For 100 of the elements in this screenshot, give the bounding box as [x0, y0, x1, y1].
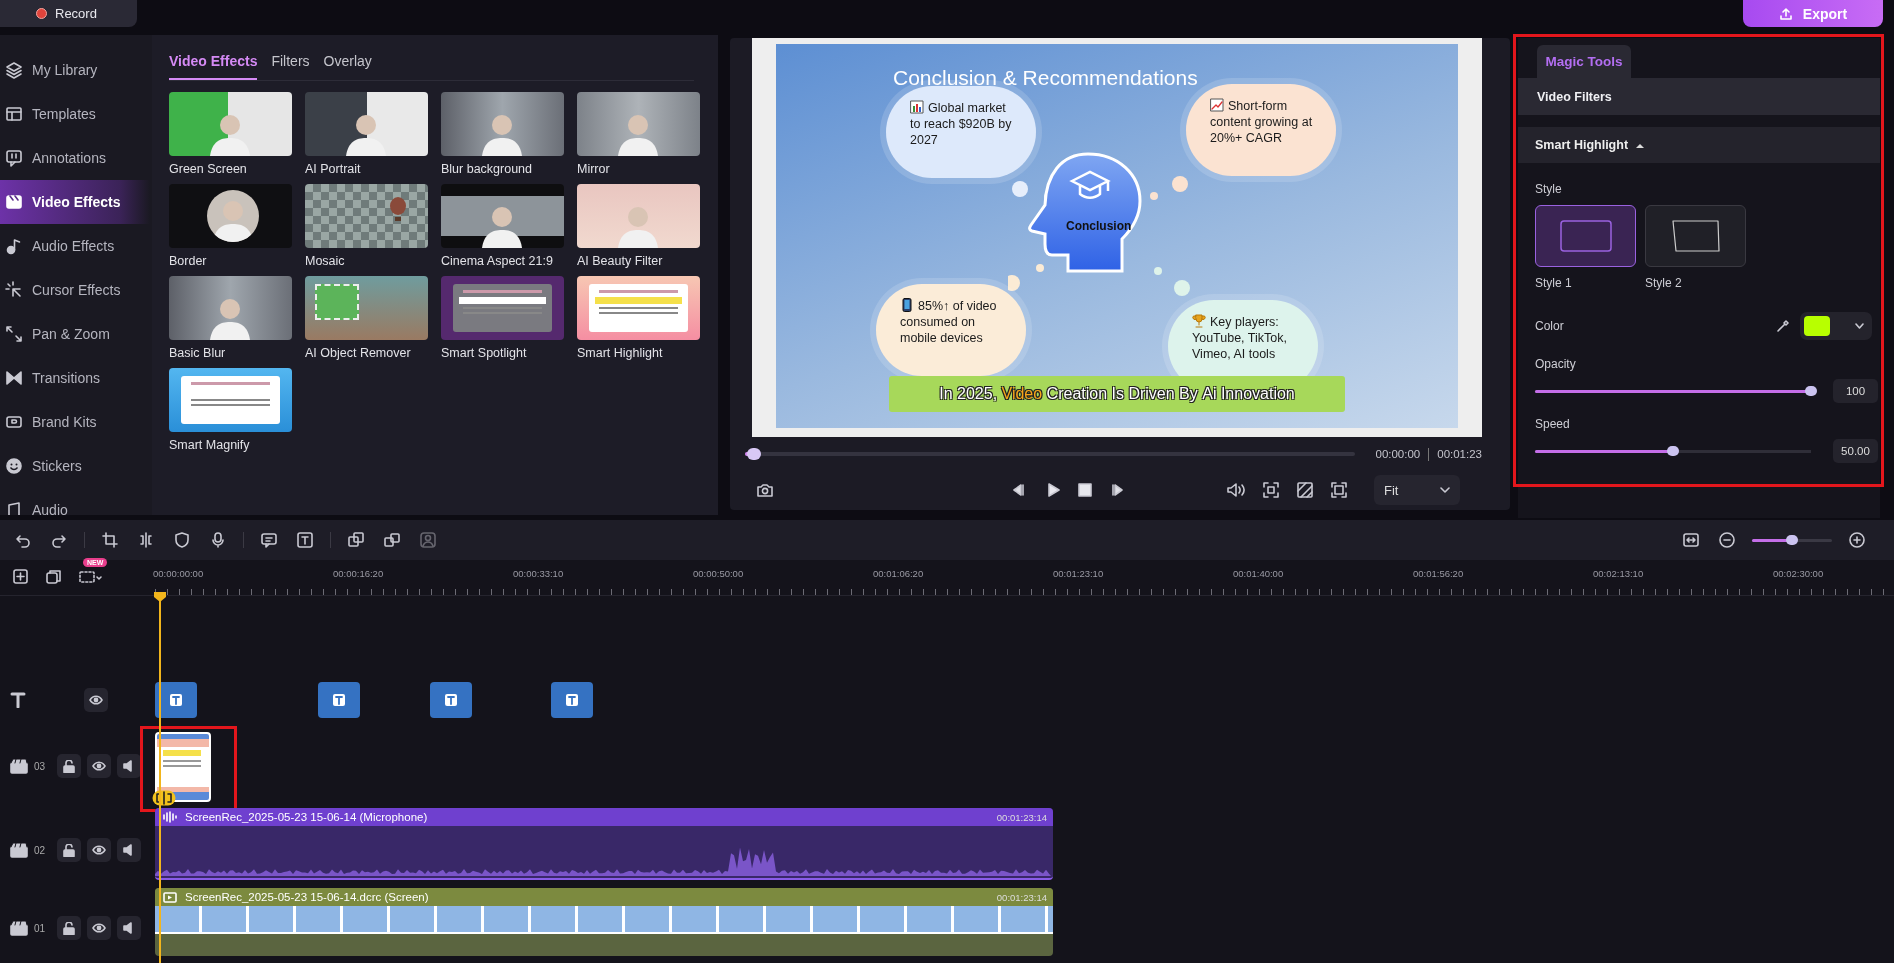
zoom-slider-handle[interactable]: [1786, 534, 1798, 545]
effect-thumbnail[interactable]: [577, 92, 700, 156]
lock-button[interactable]: [57, 838, 82, 862]
record-button[interactable]: Record: [0, 0, 137, 27]
layers-icon: [348, 532, 364, 548]
sidebar-item[interactable]: Audio Effects: [0, 224, 150, 268]
fit-dropdown[interactable]: Fit: [1374, 475, 1460, 505]
slider-label: Speed: [1535, 417, 1571, 431]
zoom-out-button[interactable]: [1716, 529, 1738, 551]
ruler-time: 00:00:33:10: [513, 568, 564, 579]
ruler-time: 00:00:00:00: [153, 568, 204, 579]
zoom-in-button[interactable]: [1846, 529, 1868, 551]
track-number: 02: [34, 844, 46, 856]
crop-button[interactable]: [99, 529, 121, 551]
slider-value-field[interactable]: 100: [1833, 379, 1878, 403]
stop-icon: [1078, 483, 1092, 497]
effect-thumbnail[interactable]: [169, 276, 292, 340]
effect-thumbnail[interactable]: [441, 92, 564, 156]
sidebar-item[interactable]: Audio: [0, 488, 150, 515]
parallelogram-icon: [1671, 220, 1720, 252]
effect-label: Mirror: [577, 162, 611, 176]
thought-cloud: Global market to reach $920B by 2027: [886, 86, 1036, 178]
mute-button[interactable]: [117, 916, 142, 940]
visibility-button[interactable]: [87, 754, 112, 778]
export-button[interactable]: Export: [1743, 0, 1883, 27]
sidebar-item[interactable]: Templates: [0, 92, 150, 136]
slider-handle[interactable]: [1667, 446, 1679, 456]
video-clip[interactable]: ScreenRec_2025-05-23 15-06-14.dcrc (Screen) 00:01:23:14: [155, 888, 1053, 956]
effects-tab[interactable]: Filters: [271, 49, 310, 80]
duplicate-icon: [46, 569, 61, 585]
slider-value-field[interactable]: 50.00: [1833, 439, 1878, 463]
color-picker[interactable]: [1800, 312, 1872, 340]
person-button[interactable]: [417, 529, 439, 551]
sidebar-item-icon: [5, 193, 23, 211]
effect-thumbnail[interactable]: [577, 276, 700, 340]
slider-handle[interactable]: [1805, 386, 1817, 396]
visibility-button[interactable]: [84, 688, 108, 712]
sidebar-item[interactable]: Video Effects: [0, 180, 150, 224]
lock-button[interactable]: [57, 916, 82, 940]
visibility-button[interactable]: [87, 838, 112, 862]
chart-icon: [910, 100, 924, 114]
effect-thumbnail[interactable]: [169, 368, 292, 432]
eyedropper-button[interactable]: [1776, 319, 1790, 333]
effects-tab[interactable]: Video Effects: [169, 49, 258, 80]
sidebar-item[interactable]: Cursor Effects: [0, 268, 150, 312]
audio-clip[interactable]: ScreenRec_2025-05-23 15-06-14 (Microphone) 00:01:23:14: [155, 808, 1053, 880]
mute-button[interactable]: [117, 838, 142, 862]
head-label: Conclusion: [1066, 219, 1132, 233]
text-clip[interactable]: [318, 682, 360, 718]
group-header[interactable]: Smart Highlight: [1518, 127, 1880, 163]
effect-thumbnail[interactable]: [441, 184, 564, 248]
effect-label: Green Screen: [169, 162, 248, 176]
sidebar-item-icon: [5, 369, 23, 387]
crop-icon: [102, 532, 118, 548]
redo-icon: [51, 532, 67, 548]
sidebar-item-icon: [5, 149, 23, 167]
text-icon: [444, 693, 458, 707]
properties-tab[interactable]: Magic Tools: [1537, 45, 1631, 78]
sidebar-item[interactable]: Stickers: [0, 444, 150, 488]
effect-clip[interactable]: [155, 732, 211, 802]
effects-tab[interactable]: Overlay: [323, 49, 372, 80]
effect-thumbnail[interactable]: [305, 184, 428, 248]
effect-label: Basic Blur: [169, 346, 227, 360]
upload-icon: [1778, 6, 1793, 21]
sidebar-item[interactable]: My Library: [0, 48, 150, 92]
sidebar-item-icon: [5, 501, 23, 515]
effect-thumbnail[interactable]: [305, 276, 428, 340]
effect-thumbnail[interactable]: [577, 184, 700, 248]
sidebar-item[interactable]: Pan & Zoom: [0, 312, 150, 356]
mute-button[interactable]: [117, 754, 142, 778]
text-clip[interactable]: [155, 682, 197, 718]
lock-button[interactable]: [57, 754, 82, 778]
trend-icon: [1210, 98, 1224, 112]
text-clip[interactable]: [430, 682, 472, 718]
sidebar-item-icon: [5, 105, 23, 123]
sidebar-item[interactable]: Transitions: [0, 356, 150, 400]
effect-label: Smart Spotlight: [441, 346, 528, 360]
sidebar-item-icon: [5, 325, 23, 343]
thought-cloud: Short-form content growing at 20%+ CAGR: [1186, 84, 1336, 176]
text-clip[interactable]: [551, 682, 593, 718]
text-box-button[interactable]: [294, 529, 316, 551]
next-frame-icon: [1110, 482, 1126, 498]
zoom-out-icon: [1719, 532, 1735, 548]
progress-handle[interactable]: [747, 448, 762, 460]
chevron-down-icon: [1440, 487, 1450, 493]
effect-thumbnail[interactable]: [169, 92, 292, 156]
eye-icon: [89, 695, 103, 705]
hatched-square-icon: [1296, 481, 1314, 499]
zoom-slider-track[interactable]: [1752, 538, 1832, 542]
phone-icon: [900, 298, 914, 312]
record-icon: [36, 8, 47, 19]
effect-thumbnail[interactable]: [441, 276, 564, 340]
ruler-time: 00:02:30:00: [1773, 568, 1824, 579]
sidebar-item-icon: [5, 457, 23, 475]
visibility-button[interactable]: [87, 916, 112, 940]
sidebar-item[interactable]: Brand Kits: [0, 400, 150, 444]
effect-thumbnail[interactable]: [305, 92, 428, 156]
track-number: 01: [34, 922, 46, 934]
sidebar-item[interactable]: Annotations: [0, 136, 150, 180]
effect-thumbnail[interactable]: [169, 184, 292, 248]
